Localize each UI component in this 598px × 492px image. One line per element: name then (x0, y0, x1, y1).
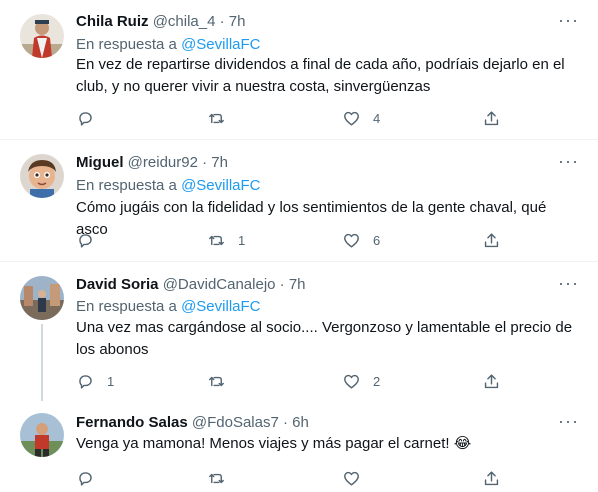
reply-prefix: En respuesta a (76, 36, 182, 53)
tweet-text-line: Una vez mas cargándose al socio.... Verg… (76, 319, 573, 336)
retweet-button[interactable] (207, 108, 238, 128)
heart-icon (344, 471, 359, 486)
thread-connector-line (41, 324, 43, 401)
heart-icon (344, 233, 359, 248)
timestamp[interactable]: 6h (292, 414, 309, 431)
retweet-button[interactable] (207, 371, 238, 391)
reply-count: 1 (107, 373, 115, 389)
reply-prefix: En respuesta a (76, 177, 182, 194)
reply-context: En respuesta a @SevillaFC (76, 35, 261, 55)
separator-dot: · (279, 276, 285, 293)
avatar[interactable] (20, 413, 64, 457)
share-icon (484, 232, 499, 247)
tweet-text-line: los abonos (76, 341, 149, 358)
tweet-text: Venga ya mamona! Menos viajes y más paga… (76, 433, 576, 455)
tweet[interactable]: Fernando Salas @FdoSalas7 · 6h ··· Venga… (0, 401, 598, 492)
share-icon (484, 470, 499, 485)
author-handle[interactable]: @FdoSalas7 (192, 414, 279, 431)
reply-mention-link[interactable]: @SevillaFC (181, 36, 260, 53)
like-count: 2 (373, 373, 381, 389)
timestamp[interactable]: 7h (211, 154, 228, 171)
tweet-header: Fernando Salas @FdoSalas7 · 6h (76, 413, 548, 433)
share-button[interactable] (482, 108, 501, 128)
tweet-header: Miguel @reidur92 · 7h (76, 153, 548, 173)
reply-prefix: En respuesta a (76, 298, 182, 315)
tweet-header: David Soria @DavidCanalejo · 7h (76, 275, 548, 295)
retweet-button[interactable] (207, 468, 238, 488)
tweet-actions (66, 468, 506, 488)
like-button[interactable]: 2 (342, 371, 380, 391)
more-icon[interactable]: ··· (558, 274, 578, 297)
author-handle[interactable]: @reidur92 (128, 154, 198, 171)
reply-mention-link[interactable]: @SevillaFC (181, 298, 260, 315)
avatar-image (20, 413, 64, 457)
retweet-count: 1 (238, 232, 246, 248)
more-icon[interactable]: ··· (558, 412, 578, 435)
reply-button[interactable] (76, 468, 107, 488)
timestamp[interactable]: 7h (229, 13, 246, 30)
author-name[interactable]: Chila Ruiz (76, 13, 149, 30)
author-handle[interactable]: @chila_4 (153, 13, 216, 30)
tweet-actions: 4 (66, 108, 506, 128)
retweet-icon (209, 113, 224, 123)
like-button[interactable]: 6 (342, 230, 380, 250)
heart-icon (344, 374, 359, 389)
reply-icon (79, 111, 92, 126)
tweet[interactable]: Miguel @reidur92 · 7h ··· En respuesta a… (0, 141, 598, 262)
retweet-icon (209, 376, 224, 386)
retweet-icon (209, 235, 224, 245)
share-icon (484, 373, 499, 388)
tweet[interactable]: Chila Ruiz @chila_4 · 7h ··· En respuest… (0, 0, 598, 140)
reply-icon (79, 471, 92, 486)
share-icon (484, 110, 499, 125)
separator-dot: · (202, 154, 208, 171)
more-icon[interactable]: ··· (558, 11, 578, 34)
separator-dot: · (219, 13, 225, 30)
reply-button[interactable]: 1 (76, 371, 114, 391)
author-name[interactable]: David Soria (76, 276, 159, 293)
retweet-icon (209, 473, 224, 483)
tweet-text-line: Venga ya mamona! Menos viajes y más paga… (76, 435, 472, 452)
avatar-image (20, 276, 64, 320)
tweet-actions: 1 6 (66, 230, 506, 250)
more-icon[interactable]: ··· (558, 152, 578, 175)
separator-dot: · (283, 414, 288, 431)
author-name[interactable]: Miguel (76, 154, 124, 171)
avatar-image (20, 154, 64, 198)
heart-icon (344, 111, 359, 126)
share-button[interactable] (482, 371, 501, 391)
reply-button[interactable] (76, 108, 107, 128)
author-name[interactable]: Fernando Salas (76, 414, 188, 431)
tweet[interactable]: David Soria @DavidCanalejo · 7h ··· En r… (0, 263, 598, 401)
reply-mention-link[interactable]: @SevillaFC (181, 177, 260, 194)
reply-context: En respuesta a @SevillaFC (76, 176, 261, 196)
tweet-text: En vez de repartirse dividendos a final … (76, 54, 576, 98)
avatar[interactable] (20, 154, 64, 198)
reply-button[interactable] (76, 230, 107, 250)
like-button[interactable]: 4 (342, 108, 380, 128)
reply-icon (79, 374, 92, 389)
timestamp[interactable]: 7h (289, 276, 306, 293)
avatar[interactable] (20, 14, 64, 58)
share-button[interactable] (482, 230, 501, 250)
avatar-image (20, 14, 64, 58)
like-button[interactable] (342, 468, 373, 488)
tweet-text-line: club, y no querer vivir a nuestra costa,… (76, 78, 431, 95)
like-count: 4 (373, 110, 381, 126)
tweet-text: Una vez mas cargándose al socio.... Verg… (76, 317, 576, 361)
tweet-actions: 1 2 (66, 371, 506, 391)
reply-context: En respuesta a @SevillaFC (76, 297, 261, 317)
author-handle[interactable]: @DavidCanalejo (163, 276, 276, 293)
avatar[interactable] (20, 276, 64, 320)
tweet-header: Chila Ruiz @chila_4 · 7h (76, 12, 548, 32)
reply-icon (79, 233, 92, 248)
like-count: 6 (373, 232, 381, 248)
tweet-text-line: En vez de repartirse dividendos a final … (76, 56, 565, 73)
retweet-button[interactable]: 1 (207, 230, 245, 250)
share-button[interactable] (482, 468, 501, 488)
